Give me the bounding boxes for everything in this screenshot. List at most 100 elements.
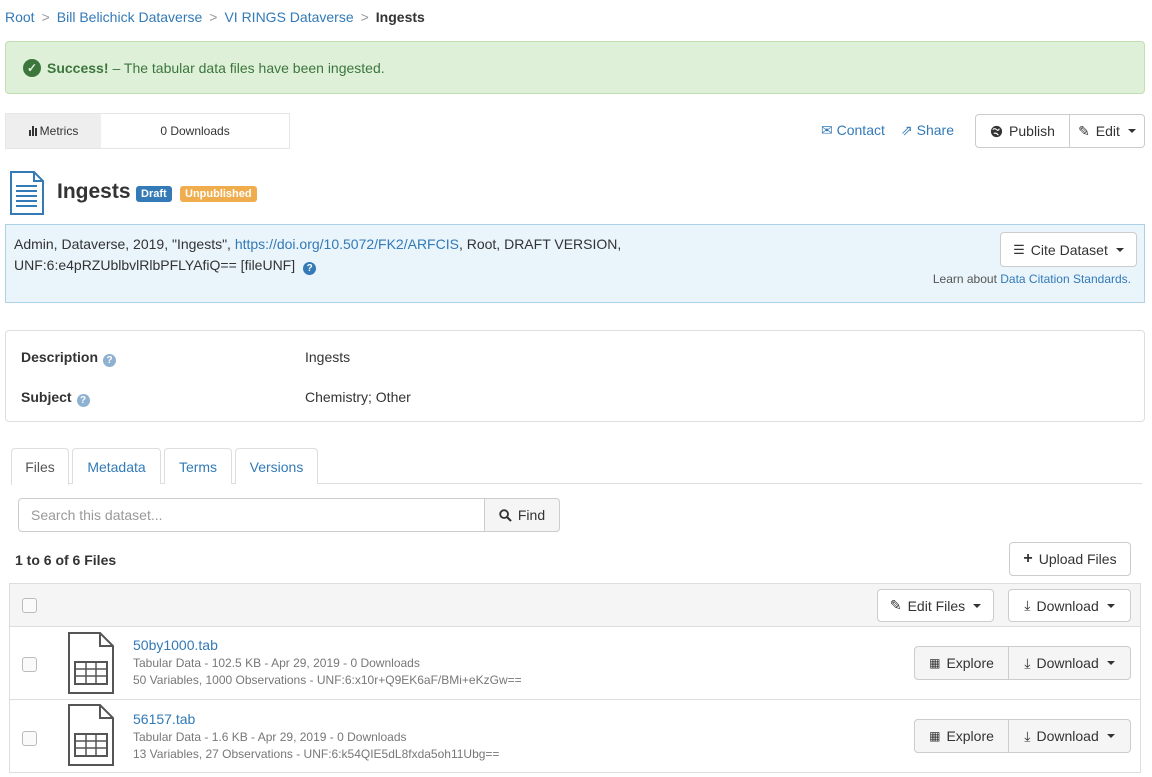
alert-strong: Success!	[47, 59, 109, 76]
edit-files-label: Edit Files	[907, 597, 966, 614]
edit-dropdown-button[interactable]: ✎ Edit	[1070, 114, 1145, 148]
contact-label: Contact	[836, 122, 885, 138]
citation-unf: UNF:6:e4pRZUblbvlRlbPFLYAfiQ== [fileUNF]	[14, 257, 296, 273]
alert-message: – The tabular data files have been inges…	[112, 59, 385, 76]
downloads-count: 0 Downloads	[160, 124, 230, 138]
document-icon	[10, 171, 44, 215]
tab-metadata[interactable]: Metadata	[72, 448, 161, 484]
chevron-down-icon	[1127, 129, 1136, 133]
file-download-button[interactable]: ⤓ Download	[1009, 719, 1131, 753]
description-label-text: Description	[21, 349, 99, 365]
share-icon: ⇗	[901, 122, 913, 138]
download-label: Download	[1036, 655, 1099, 671]
plus-icon: +	[1023, 550, 1033, 567]
citation-doi-link[interactable]: https://doi.org/10.5072/FK2/ARFCIS	[235, 236, 459, 252]
share-label: Share	[916, 122, 954, 138]
citation-box: Admin, Dataverse, 2019, "Ingests", https…	[5, 224, 1145, 303]
breadcrumb-separator: >	[360, 9, 369, 25]
summary-panel: Description? Ingests Subject? Chemistry;…	[5, 330, 1145, 422]
breadcrumb-current: Ingests	[375, 9, 425, 25]
pencil-icon: ✎	[889, 597, 902, 613]
breadcrumb-bill-belichick-link[interactable]: Bill Belichick Dataverse	[57, 9, 203, 25]
edit-files-button[interactable]: ✎ Edit Files	[877, 589, 994, 622]
find-button[interactable]: Find	[484, 498, 560, 532]
file-row: 56157.tab Tabular Data - 1.6 KB - Apr 29…	[9, 700, 1141, 773]
breadcrumb-root-link[interactable]: Root	[5, 9, 35, 25]
chevron-down-icon	[1115, 247, 1124, 252]
citation-standards-note: Learn about Data Citation Standards.	[933, 272, 1131, 286]
explore-icon: ▦	[929, 656, 941, 670]
breadcrumb-separator: >	[209, 9, 218, 25]
cite-dataset-label: Cite Dataset	[1030, 241, 1108, 258]
download-icon: ⤓	[1024, 597, 1031, 613]
chevron-down-icon	[1106, 734, 1115, 738]
description-value: Ingests	[305, 349, 351, 365]
tab-files[interactable]: Files	[11, 448, 69, 485]
download-label: Download	[1036, 597, 1099, 614]
download-icon: ⤓	[1024, 727, 1031, 744]
globe-icon	[990, 125, 1003, 137]
check-circle-icon: ✓	[23, 58, 41, 77]
file-count: 1 to 6 of 6 Files	[15, 552, 117, 568]
pencil-icon: ✎	[1078, 122, 1090, 139]
description-label: Description?	[21, 349, 117, 367]
chevron-down-icon	[1106, 603, 1115, 608]
cite-dataset-button[interactable]: ☰ Cite Dataset	[1000, 232, 1137, 267]
find-label: Find	[517, 507, 546, 523]
chevron-down-icon	[1106, 661, 1115, 665]
dataset-title: Ingests	[57, 180, 131, 203]
breadcrumb-separator: >	[41, 9, 50, 25]
citation-suffix: , Root, DRAFT VERSION,	[458, 236, 622, 252]
file-table-header: ✎ Edit Files ⤓ Download	[9, 583, 1141, 627]
file-checkbox[interactable]	[22, 657, 37, 672]
explore-button[interactable]: ▦ Explore	[914, 719, 1009, 753]
learn-prefix: Learn about	[932, 272, 1001, 286]
search-icon	[499, 508, 512, 522]
select-all-checkbox[interactable]	[22, 598, 37, 613]
help-icon[interactable]: ?	[303, 262, 317, 275]
search-input[interactable]	[18, 498, 485, 532]
file-name-link[interactable]: 50by1000.tab	[133, 637, 218, 653]
download-all-button[interactable]: ⤓ Download	[1008, 589, 1131, 622]
subject-label-text: Subject	[21, 389, 72, 405]
upload-files-button[interactable]: + Upload Files	[1009, 542, 1131, 576]
download-label: Download	[1036, 728, 1099, 744]
publish-button[interactable]: Publish	[975, 114, 1070, 148]
dataset-tabs: Files Metadata Terms Versions	[11, 448, 1142, 485]
file-checkbox[interactable]	[22, 731, 37, 746]
envelope-icon: ✉	[821, 122, 833, 138]
tab-terms[interactable]: Terms	[164, 448, 232, 484]
publish-label: Publish	[1009, 123, 1055, 139]
subject-label: Subject?	[21, 389, 90, 407]
citation-text: Admin, Dataverse, 2019, "Ingests", https…	[14, 234, 654, 276]
explore-label: Explore	[946, 655, 994, 671]
file-download-button[interactable]: ⤓ Download	[1009, 646, 1131, 680]
share-link[interactable]: ⇗ Share	[901, 122, 954, 139]
metrics-box: Metrics 0 Downloads	[5, 113, 290, 149]
file-unf: 50 Variables, 1000 Observations - UNF:6:…	[133, 673, 522, 687]
contact-link[interactable]: ✉ Contact	[821, 122, 885, 139]
help-icon[interactable]: ?	[76, 394, 90, 407]
success-alert: ✓ Success! – The tabular data files have…	[5, 41, 1145, 94]
breadcrumb: Root > Bill Belichick Dataverse > VI RINGS D…	[5, 9, 425, 25]
tabular-file-icon	[68, 704, 114, 766]
explore-label: Explore	[946, 728, 994, 744]
help-icon[interactable]: ?	[103, 354, 117, 367]
file-row: 50by1000.tab Tabular Data - 102.5 KB - A…	[9, 627, 1141, 700]
file-meta: Tabular Data - 102.5 KB - Apr 29, 2019 -…	[133, 656, 420, 670]
breadcrumb-vi-rings-link[interactable]: VI RINGS Dataverse	[224, 9, 353, 25]
explore-button[interactable]: ▦ Explore	[914, 646, 1009, 680]
chevron-down-icon	[973, 603, 982, 608]
bar-chart-icon	[28, 126, 37, 136]
file-unf: 13 Variables, 27 Observations - UNF:6:k5…	[133, 747, 500, 761]
data-citation-standards-link[interactable]: Data Citation Standards.	[1000, 272, 1131, 286]
citation-prefix: Admin, Dataverse, 2019, "Ingests",	[14, 236, 235, 252]
tab-versions[interactable]: Versions	[235, 448, 318, 484]
metrics-label: Metrics	[6, 114, 101, 148]
tabular-file-icon	[68, 632, 114, 694]
file-name-link[interactable]: 56157.tab	[133, 711, 195, 727]
download-icon: ⤓	[1024, 654, 1031, 671]
subject-value: Chemistry; Other	[305, 389, 411, 405]
list-icon: ☰	[1013, 241, 1025, 257]
file-meta: Tabular Data - 1.6 KB - Apr 29, 2019 - 0…	[133, 730, 407, 744]
